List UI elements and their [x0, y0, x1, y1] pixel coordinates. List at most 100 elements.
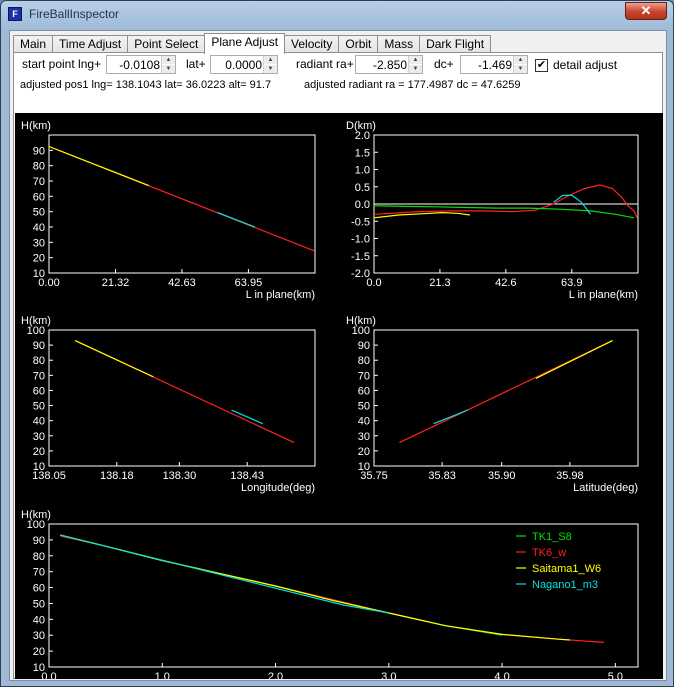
dc-stepper[interactable]: ▲ ▼	[460, 55, 528, 74]
dc-label: dc+	[434, 57, 454, 71]
x-tick-label: 2.0	[268, 671, 283, 679]
chart-h-vs-lng: 102030405060708090100138.05 138.18 138.30 1…	[21, 315, 316, 494]
series-tk1-s8	[60, 534, 503, 636]
series-nagano1-m3	[553, 194, 592, 215]
lat-up-button[interactable]: ▲	[264, 56, 277, 64]
y-tick-label: 80	[33, 161, 45, 173]
series-nagano1-m3	[231, 409, 264, 425]
x-tick-label: 21.3	[429, 277, 450, 289]
y-axis-label: H(km)	[346, 315, 376, 327]
adjusted-radiant-readout: adjusted radiant ra = 177.4987 dc = 47.6…	[304, 79, 521, 91]
x-tick-label: 42.6	[495, 277, 516, 289]
y-tick-label: -0.5	[351, 216, 370, 228]
x-tick-label: 138.43	[230, 470, 264, 482]
y-tick-label: 60	[33, 385, 45, 397]
series-nagano1-m3	[217, 211, 256, 228]
y-tick-label: 90	[33, 535, 45, 547]
y-tick-label: 40	[358, 416, 370, 428]
x-tick-label: 35.90	[488, 470, 516, 482]
y-tick-label: 70	[33, 567, 45, 579]
chart-h-vs-lat: 10203040506070809010035.75 35.83 35.90 35.9…	[346, 315, 639, 494]
y-tick-label: 90	[33, 145, 45, 157]
y-tick-label: 20	[358, 446, 370, 458]
series-nagano1-m3	[433, 409, 468, 425]
y-tick-label: 30	[33, 237, 45, 249]
lng-up-button[interactable]: ▲	[162, 56, 175, 64]
y-tick-label: 90	[358, 340, 370, 352]
legend-entry: TK6_w	[532, 547, 566, 559]
legend-entry: Saitama1_W6	[532, 563, 601, 575]
dc-input[interactable]	[462, 57, 512, 72]
x-tick-label: 4.0	[494, 671, 509, 679]
y-tick-label: 50	[33, 401, 45, 413]
lat-input[interactable]	[212, 57, 262, 72]
legend-entry: Nagano1_m3	[532, 579, 598, 591]
ra-down-button[interactable]: ▼	[409, 65, 422, 73]
lng-stepper[interactable]: ▲ ▼	[106, 55, 176, 74]
x-tick-label: 35.83	[428, 470, 456, 482]
plot-frame	[48, 134, 316, 274]
app-window: F FireBallInspector ✕ Main Time Adjust P…	[0, 0, 674, 687]
y-tick-label: 40	[33, 614, 45, 626]
series-tk6-w	[373, 184, 638, 219]
y-tick-label: 20	[33, 253, 45, 265]
y-tick-label: 20	[33, 646, 45, 658]
y-tick-label: 60	[33, 191, 45, 203]
chart-d-vs-l: -2.0-1.5-1.0-0.50.00.51.01.52.00.0 21.3 42…	[346, 120, 639, 301]
adjusted-pos-readout: adjusted pos1 lng= 138.1043 lat= 36.0223…	[20, 79, 272, 91]
y-tick-label: 0.0	[355, 199, 370, 211]
series-saitama1-w6	[60, 534, 571, 641]
x-tick-label: 63.9	[561, 277, 582, 289]
y-tick-label: 80	[33, 355, 45, 367]
x-tick-label: 0.0	[41, 671, 56, 679]
close-button[interactable]: ✕	[625, 2, 667, 20]
y-tick-label: 80	[358, 355, 370, 367]
y-tick-label: 0.5	[355, 182, 370, 194]
client-area: Main Time Adjust Point Select Plane Adju…	[9, 30, 667, 687]
ra-stepper[interactable]: ▲ ▼	[355, 55, 423, 74]
y-tick-label: 50	[358, 401, 370, 413]
x-tick-label: 3.0	[381, 671, 396, 679]
y-tick-label: 50	[33, 598, 45, 610]
chart-h-vs-time: 1020304050607080901000.0 1.0 2.0 3.0 4.0 5.0H…	[21, 509, 639, 687]
ra-up-button[interactable]: ▲	[409, 56, 422, 64]
ra-input[interactable]	[357, 57, 407, 72]
y-tick-label: 1.5	[355, 147, 370, 159]
tab-plane-adjust[interactable]: Plane Adjust	[204, 33, 286, 54]
window-title: FireBallInspector	[29, 7, 120, 21]
plot-frame	[48, 523, 639, 668]
y-tick-label: -1.5	[351, 251, 370, 263]
title-bar[interactable]: F FireBallInspector ✕	[1, 1, 673, 29]
y-tick-label: 60	[33, 583, 45, 595]
y-tick-label: 70	[33, 176, 45, 188]
y-tick-label: 50	[33, 207, 45, 219]
y-axis-label: D(km)	[346, 120, 376, 132]
y-tick-label: 80	[33, 551, 45, 563]
y-tick-label: 1.0	[355, 165, 370, 177]
radiant-ra-label: radiant ra+	[296, 57, 354, 71]
y-tick-label: -1.0	[351, 234, 370, 246]
dc-up-button[interactable]: ▲	[514, 56, 527, 64]
lng-down-button[interactable]: ▼	[162, 65, 175, 73]
x-tick-label: 138.18	[100, 470, 134, 482]
x-tick-label: 63.95	[235, 277, 263, 289]
lat-stepper[interactable]: ▲ ▼	[210, 55, 278, 74]
dc-down-button[interactable]: ▼	[514, 65, 527, 73]
detail-adjust-checkbox[interactable]: ✔	[535, 59, 548, 72]
y-tick-label: 40	[33, 416, 45, 428]
y-axis-label: H(km)	[21, 315, 51, 327]
lat-label: lat+	[186, 57, 206, 71]
x-axis-label: Longitude(deg)	[241, 482, 315, 494]
y-tick-label: 30	[358, 431, 370, 443]
series-saitama1-w6	[74, 340, 154, 378]
x-tick-label: 5.0	[608, 671, 623, 679]
y-tick-label: 30	[33, 431, 45, 443]
x-axis-label: Latitude(deg)	[573, 482, 638, 494]
x-tick-label: 0.0	[366, 277, 381, 289]
x-tick-label: 1.0	[155, 671, 170, 679]
lat-down-button[interactable]: ▼	[264, 65, 277, 73]
lng-input[interactable]	[108, 57, 160, 72]
series-saitama1-w6	[535, 340, 613, 379]
start-point-lng-label: start point lng+	[22, 57, 102, 71]
y-axis-label: H(km)	[21, 509, 51, 521]
